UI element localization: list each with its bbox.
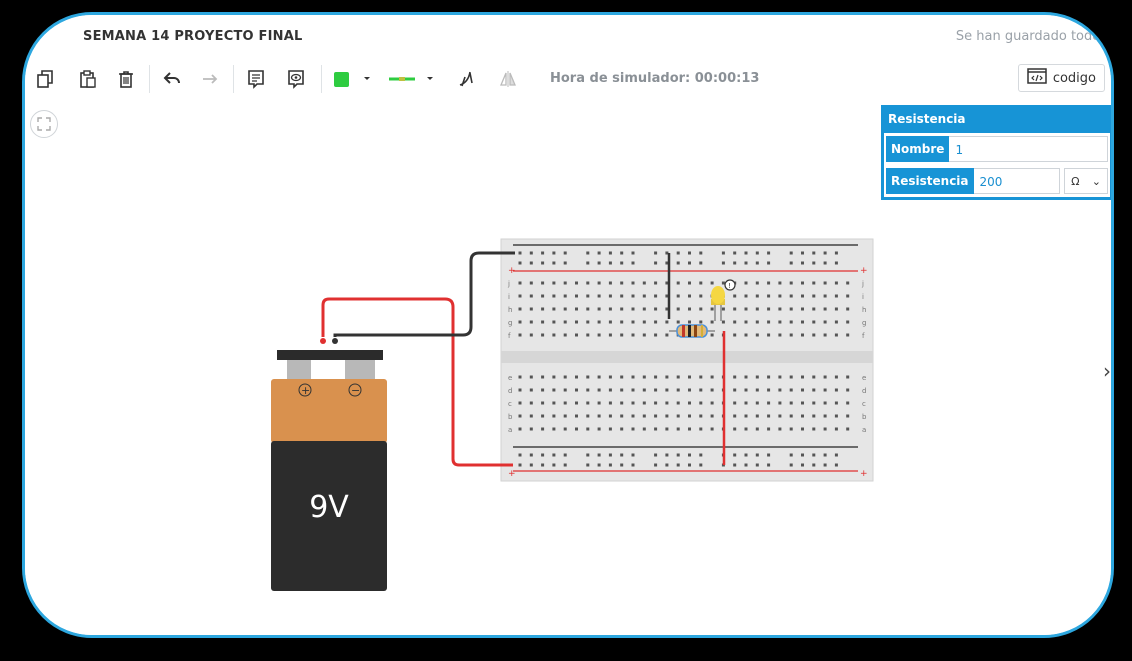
inspector-title: Resistencia <box>888 112 966 126</box>
black-wire[interactable] <box>333 251 515 337</box>
row-letter: e <box>862 374 866 382</box>
app-window: SEMANA 14 PROYECTO FINAL Se han guardado… <box>22 12 1114 638</box>
row-letter: j <box>861 280 864 288</box>
battery-9v[interactable]: + − 9V <box>271 338 387 591</box>
rail-plus-label: + <box>860 469 868 479</box>
row-letter: h <box>862 306 866 314</box>
row-letter: d <box>862 387 866 395</box>
row-letter: a <box>508 426 512 434</box>
properties-inspector: Resistencia Nombre 1 Resistencia 200 Ω ⌄ <box>881 105 1111 200</box>
row-letter: d <box>508 387 512 395</box>
row-letter: a <box>862 426 866 434</box>
row-letter: h <box>508 306 512 314</box>
row-letter: i <box>508 293 510 301</box>
unit-value: Ω <box>1071 174 1080 188</box>
svg-text:!: ! <box>728 282 731 290</box>
breadboard[interactable]: + + + + j ji ih hg gf fe ed dc cb ba a <box>500 238 874 482</box>
row-letter: b <box>508 413 513 421</box>
chevron-down-icon: ⌄ <box>1091 174 1101 188</box>
row-letter: e <box>508 374 512 382</box>
row-letter: g <box>862 319 866 327</box>
rail-plus-label: + <box>508 469 516 479</box>
unit-select[interactable]: Ω ⌄ <box>1064 168 1108 194</box>
battery-minus-label: − <box>351 384 360 397</box>
battery-plus-label: + <box>301 384 310 397</box>
row-letter: i <box>862 293 864 301</box>
row-letter: j <box>507 280 510 288</box>
row-letter: b <box>862 413 867 421</box>
rail-plus-label: + <box>508 266 516 276</box>
name-label: Nombre <box>886 136 950 162</box>
row-letter: c <box>862 400 866 408</box>
name-row: Nombre 1 <box>884 133 1110 165</box>
name-field[interactable]: 1 <box>949 136 1108 162</box>
battery-label: 9V <box>309 490 349 525</box>
resistance-field[interactable]: 200 <box>973 168 1060 194</box>
row-letter: c <box>508 400 512 408</box>
resistance-row: Resistencia 200 Ω ⌄ <box>884 165 1110 197</box>
row-letter: g <box>508 319 512 327</box>
rail-plus-label: + <box>860 266 868 276</box>
resistance-label: Resistencia <box>886 168 974 194</box>
